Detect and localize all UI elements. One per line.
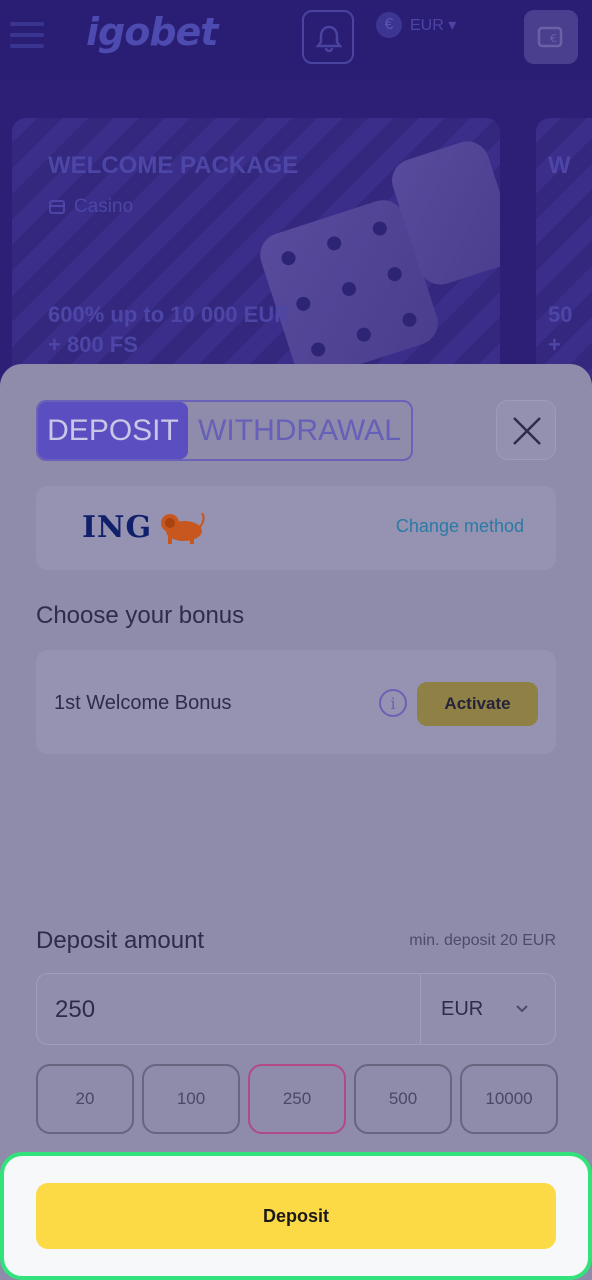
preset-amount-button[interactable]: 100 — [142, 1064, 240, 1134]
next-promo-offer: 50 + — [548, 300, 572, 360]
deposit-amount-title: Deposit amount — [36, 927, 205, 954]
close-icon — [513, 417, 541, 445]
wallet-icon: € — [537, 26, 563, 48]
euro-icon: € — [376, 12, 402, 38]
wallet-button[interactable]: € — [524, 10, 578, 64]
bonus-section-title: Choose your bonus — [36, 602, 245, 629]
next-promo-card[interactable]: W 50 + — [536, 118, 592, 378]
promo-offer: 600% up to 10 000 EUR + 800 FS — [48, 300, 290, 360]
bonus-item: 1st Welcome Bonus i Activate — [36, 650, 556, 754]
currency-selector[interactable]: € EUR ▾ — [376, 12, 456, 38]
currency-select[interactable]: EUR — [441, 998, 483, 1021]
ing-logo: ING — [82, 510, 206, 545]
preset-amount-button[interactable]: 20 — [36, 1064, 134, 1134]
ing-logo-text: ING — [82, 510, 153, 545]
tab-withdrawal[interactable]: WITHDRAWAL — [188, 402, 411, 459]
min-deposit-text: min. deposit 20 EUR — [409, 932, 556, 949]
preset-amount-button[interactable]: 10000 — [460, 1064, 558, 1134]
amount-value[interactable]: 250 — [55, 996, 95, 1024]
preset-amount-button-selected[interactable]: 250 — [248, 1064, 346, 1134]
promo-tag: Casino — [48, 196, 133, 218]
next-promo-title: W — [548, 152, 571, 179]
deposit-footer: Deposit — [0, 1152, 592, 1280]
currency-label: EUR ▾ — [410, 17, 457, 34]
chevron-down-icon[interactable] — [515, 1004, 529, 1014]
deposit-button[interactable]: Deposit — [36, 1183, 556, 1249]
close-button[interactable] — [496, 400, 556, 460]
activate-button[interactable]: Activate — [417, 682, 538, 726]
amount-presets: 20 100 250 500 10000 — [36, 1064, 558, 1134]
tab-deposit[interactable]: DEPOSIT — [38, 402, 188, 459]
promo-offer-line2: + 800 FS — [48, 332, 138, 357]
welcome-package-card[interactable]: WELCOME PACKAGE Casino 600% up to 10 000… — [12, 118, 500, 378]
payment-tabs: DEPOSIT WITHDRAWAL — [36, 400, 413, 461]
next-promo-offer-line1: 50 — [548, 302, 573, 327]
promo-tag-label: Casino — [74, 196, 134, 217]
payment-sheet: DEPOSIT WITHDRAWAL ING Change method Cho… — [0, 364, 592, 1280]
field-divider — [420, 974, 421, 1044]
svg-text:€: € — [550, 32, 557, 45]
change-method-link[interactable]: Change method — [396, 516, 524, 537]
bell-icon — [316, 25, 342, 52]
casino-icon — [49, 200, 65, 214]
promo-title: WELCOME PACKAGE — [48, 152, 299, 179]
bonus-label: 1st Welcome Bonus — [54, 692, 232, 714]
lion-icon — [161, 511, 205, 544]
payment-method-box: ING Change method — [36, 486, 556, 570]
igobet-logo[interactable]: igobet — [86, 10, 218, 54]
amount-input[interactable]: 250 EUR — [36, 973, 556, 1045]
top-header: igobet € EUR ▾ € — [0, 0, 592, 80]
next-promo-offer-line2: + — [548, 332, 561, 357]
notifications-button[interactable] — [302, 10, 354, 64]
promo-offer-line1: 600% up to 10 000 EUR — [48, 302, 291, 327]
preset-amount-button[interactable]: 500 — [354, 1064, 452, 1134]
hamburger-menu-icon[interactable] — [10, 22, 44, 50]
info-icon[interactable]: i — [379, 689, 407, 717]
